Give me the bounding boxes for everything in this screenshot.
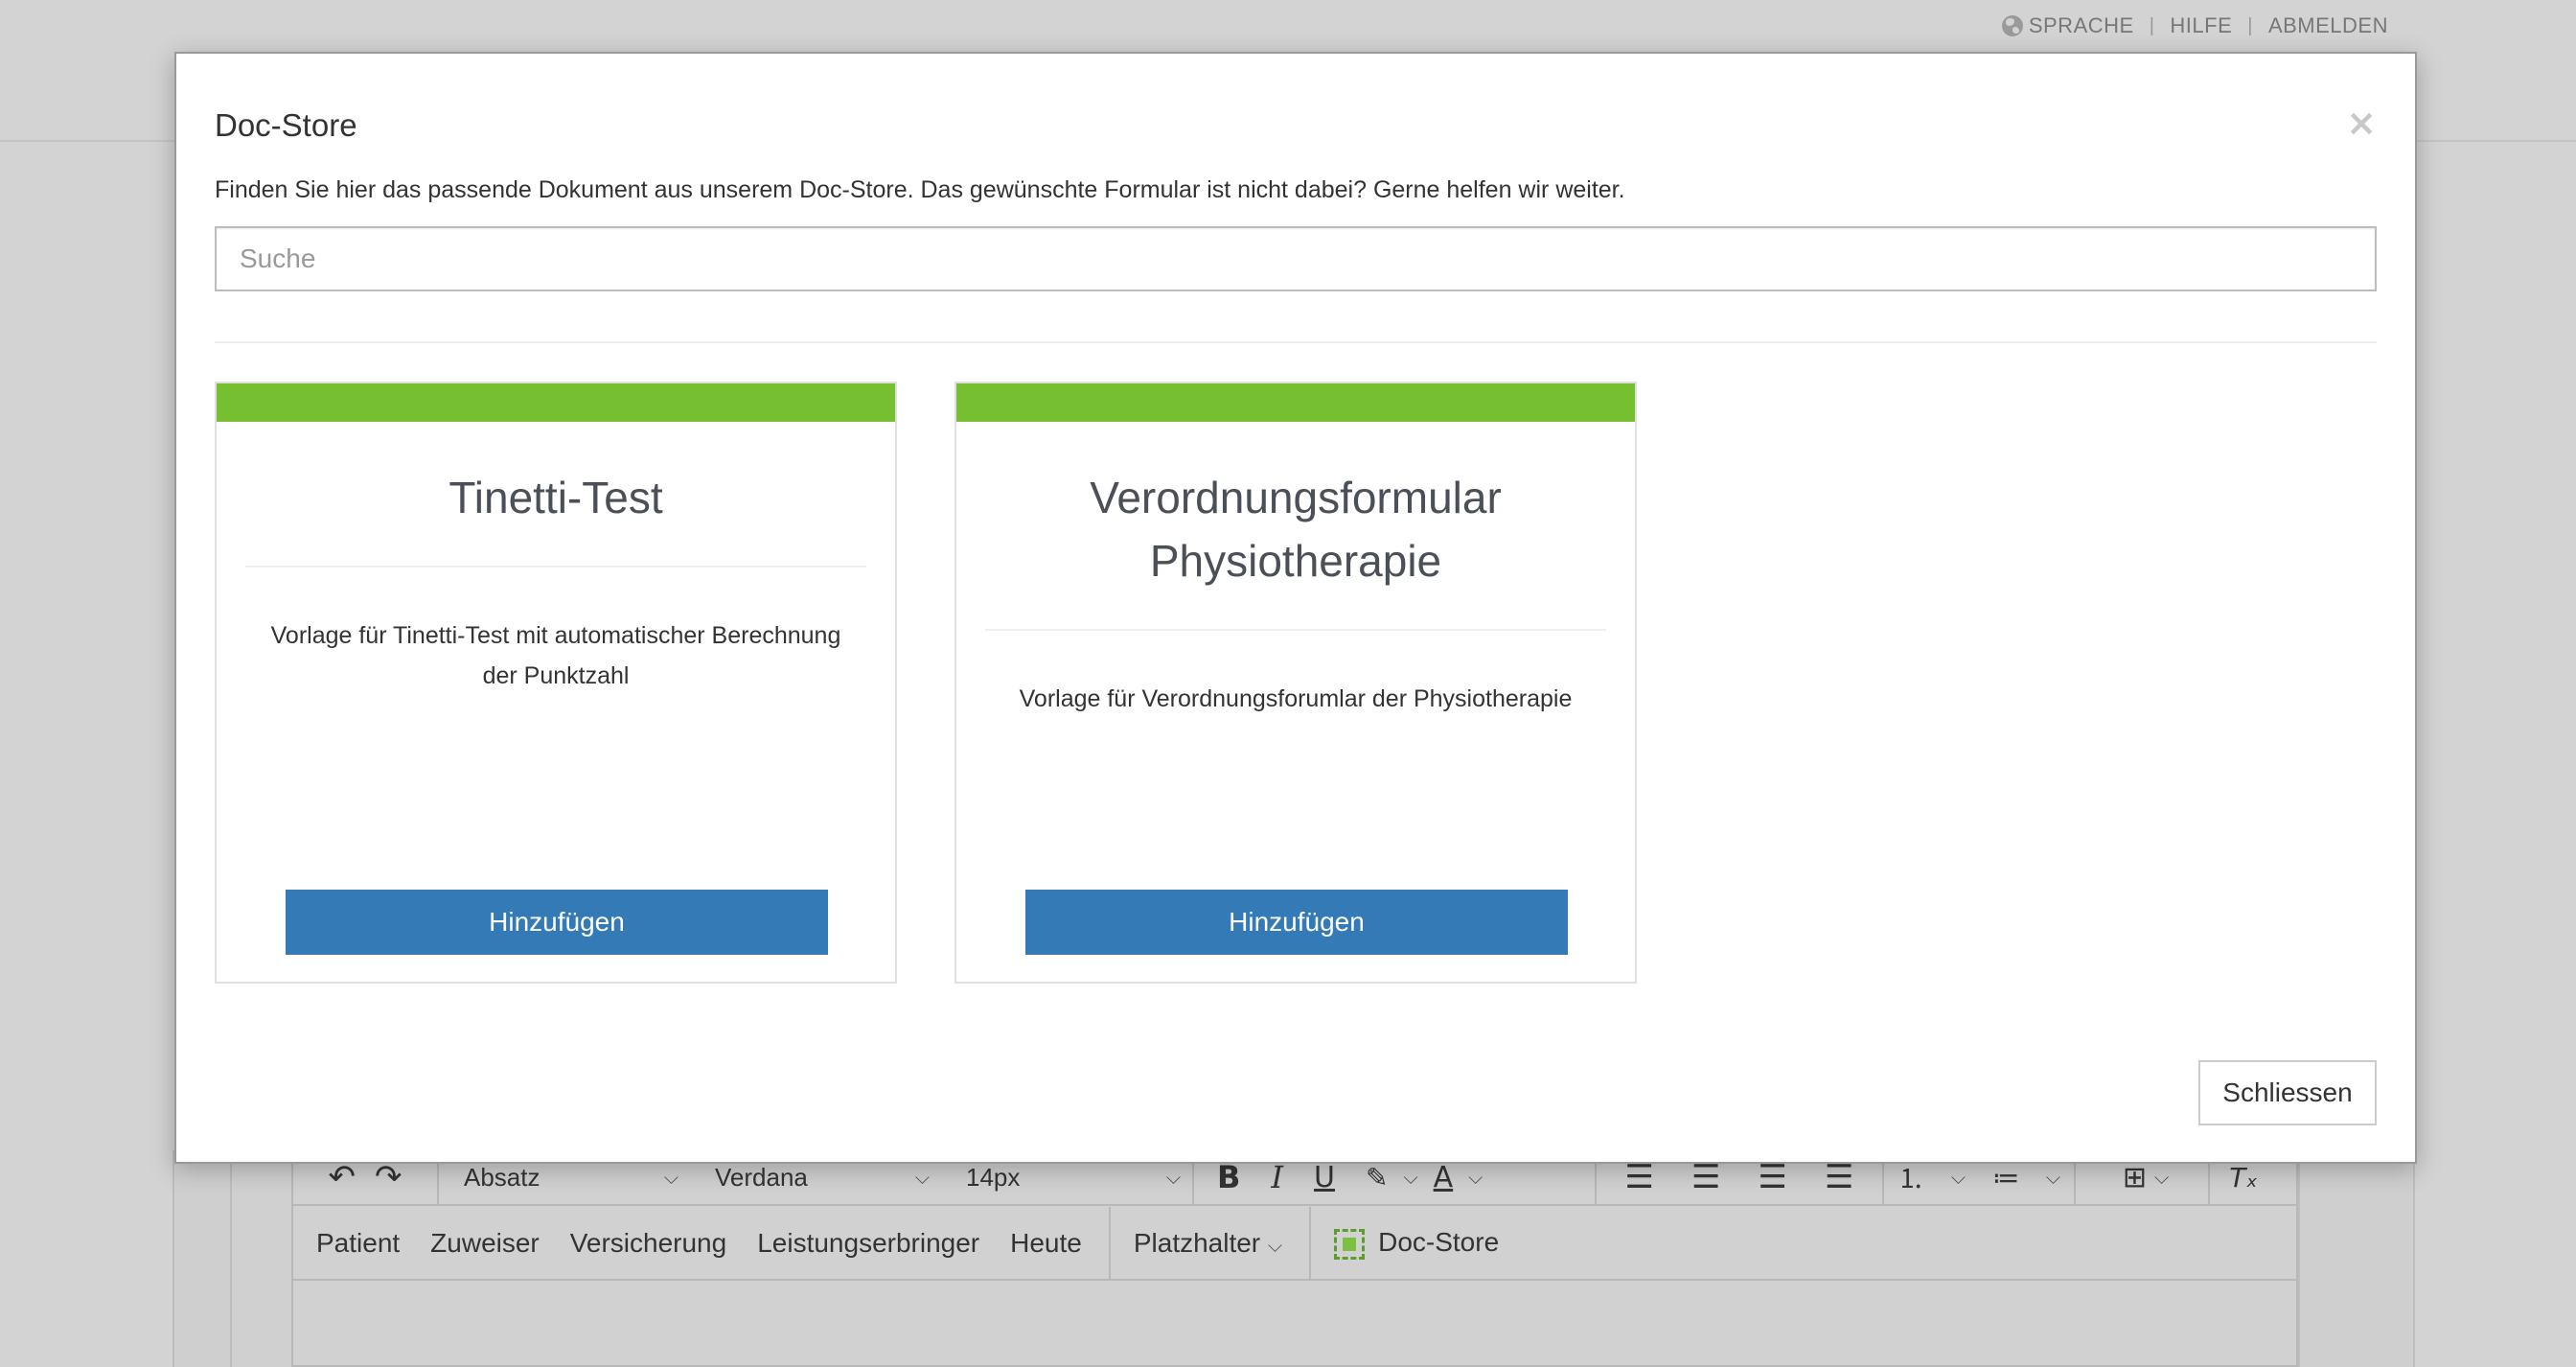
size-select-value: 14px — [966, 1162, 1021, 1192]
docstore-label: Doc-Store — [1378, 1227, 1500, 1258]
align-center-icon[interactable]: ☰ — [1691, 1158, 1720, 1196]
modal-title: Doc-Store — [215, 107, 357, 143]
card-accent-bar — [956, 383, 1635, 422]
font-select-value: Verdana — [715, 1162, 808, 1192]
placeholder-zuweiser[interactable]: Zuweiser — [430, 1228, 540, 1259]
chevron-down-icon[interactable]: ⌵ — [1468, 1166, 1483, 1189]
rich-text-editor: ↶ ↷ Absatz ⌵ Verdana ⌵ 14px ⌵ B I U ✎ ⌵ … — [291, 1149, 2298, 1367]
language-link[interactable]: SPRACHE — [2029, 13, 2134, 38]
document-card-physiotherapie: Verordnungsformular Physiotherapie Vorla… — [954, 382, 1637, 984]
search-input[interactable] — [215, 226, 2377, 291]
toolbar-divider — [1108, 1207, 1111, 1280]
chevron-down-icon: ⌵ — [1267, 1234, 1283, 1257]
doc-store-modal: Doc-Store × Finden Sie hier das passende… — [174, 52, 2417, 1164]
bold-button[interactable]: B — [1217, 1159, 1240, 1195]
chevron-down-icon: ⌵ — [914, 1166, 930, 1189]
size-select[interactable]: 14px ⌵ — [941, 1163, 1192, 1193]
underline-button[interactable]: U — [1314, 1161, 1335, 1194]
card-title: Tinetti-Test — [448, 473, 663, 522]
top-navigation: SPRACHE | HILFE | ABMELDEN — [2001, 13, 2388, 38]
redo-icon[interactable]: ↷ — [375, 1158, 402, 1196]
bullet-list-icon[interactable]: ≔ — [1992, 1162, 2019, 1193]
help-link[interactable]: HILFE — [2170, 13, 2232, 38]
align-right-icon[interactable]: ☰ — [1759, 1158, 1787, 1196]
placeholder-versicherung[interactable]: Versicherung — [570, 1228, 726, 1259]
card-description: Vorlage für Verordnungsforumlar der Phys… — [1019, 685, 1573, 712]
nav-separator: | — [2149, 14, 2155, 36]
placeholder-menu-label: Platzhalter — [1133, 1228, 1261, 1258]
nav-separator: | — [2247, 14, 2253, 36]
undo-icon[interactable]: ↶ — [329, 1158, 356, 1196]
placeholder-heute[interactable]: Heute — [1010, 1228, 1082, 1259]
logout-link[interactable]: ABMELDEN — [2268, 13, 2388, 38]
highlighter-icon[interactable]: ✎ — [1366, 1162, 1388, 1193]
format-select-value: Absatz — [464, 1162, 540, 1192]
modal-divider — [215, 341, 2377, 343]
placeholder-menu[interactable]: Platzhalter ⌵ — [1134, 1228, 1282, 1259]
font-color-button[interactable]: A — [1434, 1161, 1454, 1194]
modal-description: Finden Sie hier das passende Dokument au… — [215, 176, 1625, 203]
document-card-tinetti: Tinetti-Test Vorlage für Tinetti-Test mi… — [215, 382, 897, 984]
chevron-down-icon: ⌵ — [663, 1166, 678, 1189]
add-button[interactable]: Hinzufügen — [1025, 890, 1568, 955]
close-button[interactable]: Schliessen — [2198, 1060, 2377, 1125]
globe-icon — [2001, 15, 2023, 36]
docstore-icon — [1334, 1228, 1366, 1260]
italic-button[interactable]: I — [1271, 1159, 1283, 1195]
card-accent-bar — [217, 383, 895, 422]
close-icon[interactable]: × — [2346, 102, 2377, 144]
card-description: Vorlage für Tinetti-Test mit automatisch… — [270, 622, 841, 689]
clear-formatting-icon[interactable]: Tₓ — [2229, 1162, 2258, 1193]
placeholder-patient[interactable]: Patient — [316, 1228, 400, 1259]
align-justify-icon[interactable]: ☰ — [1825, 1158, 1853, 1196]
chevron-down-icon: ⌵ — [1165, 1166, 1181, 1189]
docstore-button[interactable]: Doc-Store — [1334, 1227, 1499, 1260]
add-button[interactable]: Hinzufügen — [286, 890, 828, 955]
card-title: Verordnungsformular Physiotherapie — [1090, 473, 1502, 586]
chevron-down-icon[interactable]: ⌵ — [2046, 1166, 2060, 1189]
toolbar-divider — [1309, 1207, 1312, 1280]
format-select[interactable]: Absatz ⌵ — [439, 1163, 690, 1193]
numbered-list-icon[interactable]: ⒈ — [1898, 1158, 1924, 1196]
chevron-down-icon[interactable]: ⌵ — [1951, 1166, 1966, 1189]
align-left-icon[interactable]: ☰ — [1625, 1158, 1654, 1196]
table-icon[interactable]: ⊞ — [2123, 1161, 2147, 1194]
editor-toolbar-placeholders: Patient Zuweiser Versicherung Leistungse… — [293, 1207, 2296, 1281]
font-select[interactable]: Verdana ⌵ — [690, 1163, 941, 1193]
chevron-down-icon[interactable]: ⌵ — [2154, 1166, 2169, 1189]
chevron-down-icon[interactable]: ⌵ — [1403, 1166, 1417, 1189]
placeholder-leistungserbringer[interactable]: Leistungserbringer — [757, 1228, 979, 1259]
